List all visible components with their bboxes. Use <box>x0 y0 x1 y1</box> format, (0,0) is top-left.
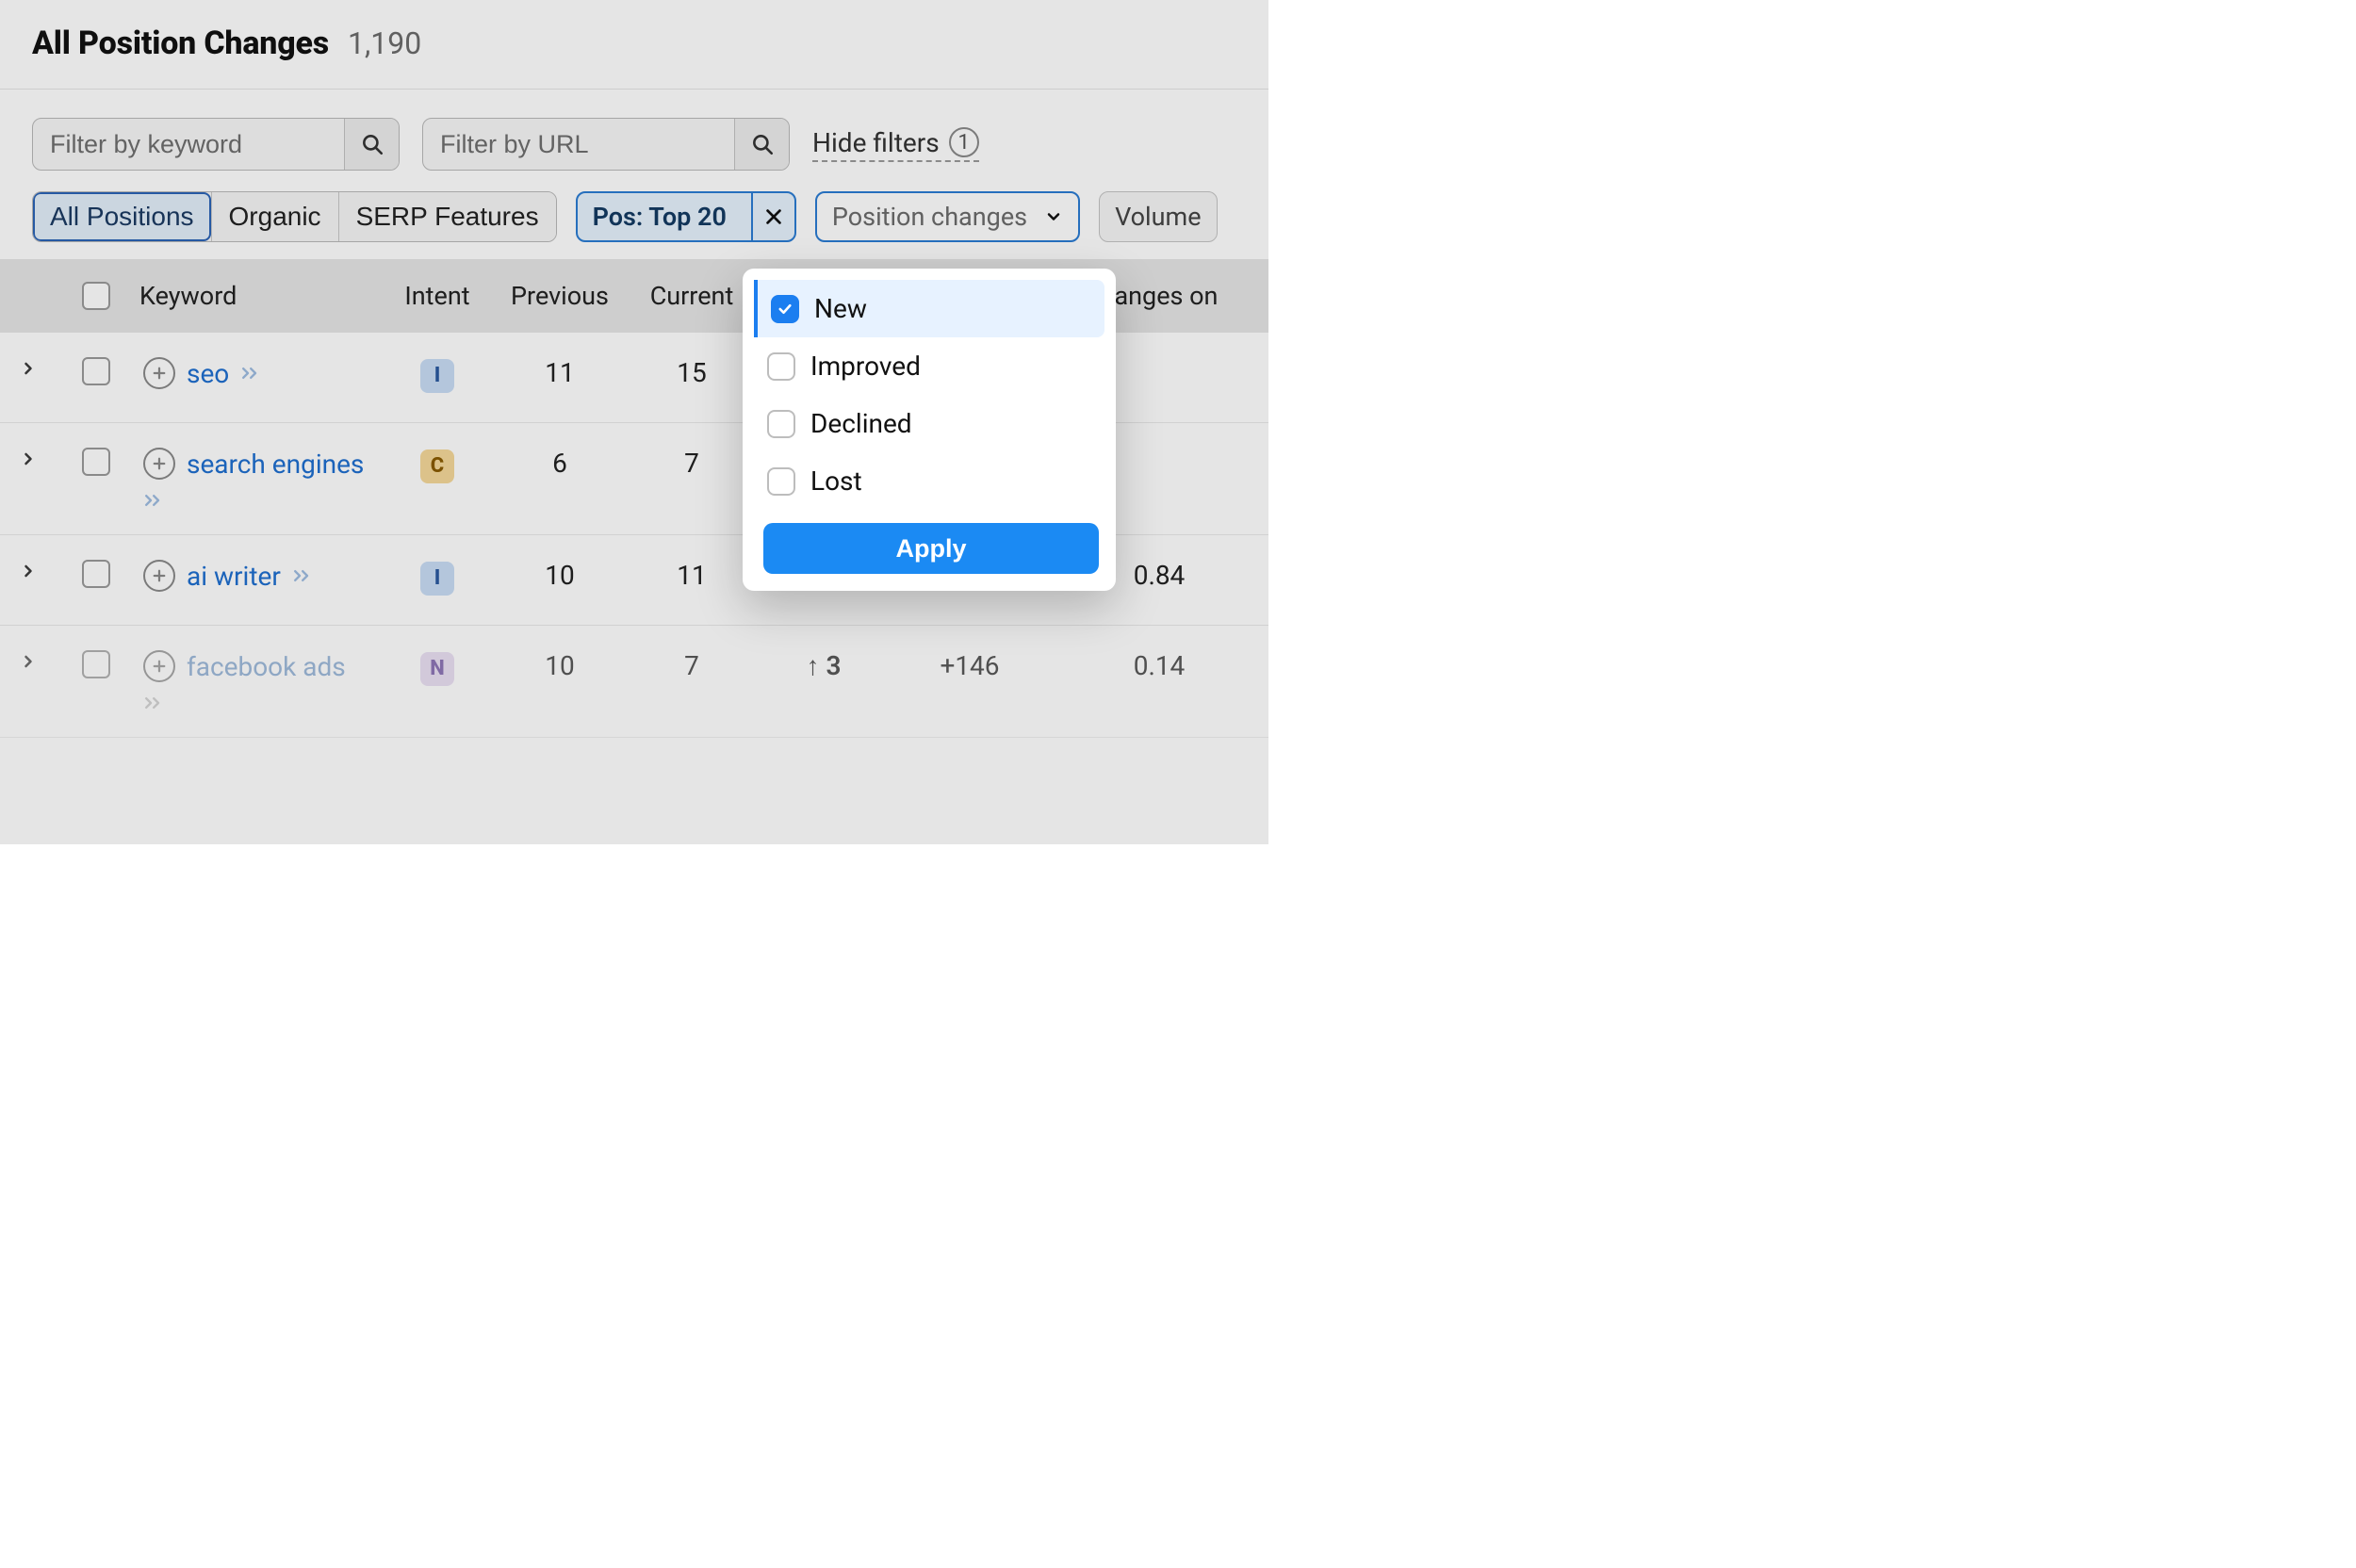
col-intent[interactable]: Intent <box>381 281 494 311</box>
row-checkbox[interactable] <box>82 448 110 476</box>
col-previous[interactable]: Previous <box>494 281 626 311</box>
segment-organic[interactable]: Organic <box>211 192 338 241</box>
current-position: 11 <box>626 560 758 591</box>
dropdown-option-label: Lost <box>810 466 862 497</box>
intent-badge: C <box>420 449 454 483</box>
app-root: All Position Changes 1,190 Hide filters … <box>0 0 1268 844</box>
position-changes-dropdown-label: Position changes <box>832 202 1027 232</box>
filter-url-input-wrap <box>422 118 790 171</box>
current-position: 7 <box>626 448 758 479</box>
dropdown-option-declined[interactable]: Declined <box>758 395 1104 452</box>
col-keyword[interactable]: Keyword <box>136 281 381 311</box>
active-filters-count: 1 <box>949 127 979 157</box>
segment-serp-features[interactable]: SERP Features <box>338 192 556 241</box>
previous-position: 6 <box>494 448 626 479</box>
volume-filter-pill[interactable]: Volume <box>1099 191 1217 242</box>
intent-badge: I <box>420 562 454 596</box>
search-icon <box>750 132 775 156</box>
position-diff: ↑ 3 <box>758 650 890 681</box>
results-count: 1,190 <box>348 25 421 61</box>
hide-filters-label: Hide filters <box>812 127 940 158</box>
dropdown-option-label: Declined <box>810 408 912 439</box>
dropdown-option-label: Improved <box>810 351 921 382</box>
chevron-right-icon <box>19 449 38 468</box>
col-current[interactable]: Current <box>626 281 758 311</box>
search-icon <box>360 132 384 156</box>
chevron-right-icon <box>19 562 38 580</box>
filter-keyword-search-button[interactable] <box>344 119 399 170</box>
plus-icon <box>151 658 168 675</box>
plus-icon <box>151 365 168 382</box>
filter-url-search-button[interactable] <box>734 119 789 170</box>
filter-toolbar-row2: All Positions Organic SERP Features Pos:… <box>0 184 1268 259</box>
filter-chip-label: Pos: Top 20 <box>578 202 742 232</box>
previous-position: 10 <box>494 560 626 591</box>
value-cell: 0.14 <box>1050 650 1268 681</box>
dropdown-option-new[interactable]: New <box>754 280 1104 337</box>
traffic-change: +146 <box>890 650 1050 681</box>
row-checkbox[interactable] <box>82 650 110 678</box>
close-icon <box>763 206 784 227</box>
expand-row-button[interactable] <box>0 560 57 580</box>
filter-chip-pos-top20[interactable]: Pos: Top 20 <box>576 191 796 242</box>
plus-icon <box>151 455 168 472</box>
keyword-link[interactable]: ai writer <box>187 561 281 592</box>
add-keyword-button[interactable] <box>143 448 175 480</box>
position-changes-dropdown-menu: New Improved Declined Lost Apply <box>743 269 1116 591</box>
hide-filters-toggle[interactable]: Hide filters 1 <box>812 127 979 162</box>
volume-filter-label: Volume <box>1115 202 1201 232</box>
select-all-cell <box>57 282 136 310</box>
double-chevron-right-icon <box>143 491 166 510</box>
expand-row-button[interactable] <box>0 650 57 671</box>
page-title: All Position Changes <box>32 24 329 62</box>
filter-keyword-input[interactable] <box>33 119 344 170</box>
checkbox-unchecked-icon <box>767 467 795 496</box>
position-type-segment: All Positions Organic SERP Features <box>32 191 557 242</box>
table-row: facebook ads N 10 7 ↑ 3 +146 0.14 <box>0 626 1268 738</box>
page-header: All Position Changes 1,190 <box>0 0 1268 90</box>
intent-badge: N <box>420 652 454 686</box>
intent-badge: I <box>420 359 454 393</box>
add-keyword-button[interactable] <box>143 560 175 592</box>
double-chevron-right-icon <box>143 694 166 712</box>
plus-icon <box>151 567 168 584</box>
chevron-down-icon <box>1044 207 1063 226</box>
chevron-right-icon <box>19 652 38 671</box>
previous-position: 11 <box>494 357 626 388</box>
position-changes-dropdown-trigger[interactable]: Position changes <box>815 191 1080 242</box>
keyword-link[interactable]: facebook ads <box>187 651 346 682</box>
apply-button[interactable]: Apply <box>763 523 1099 574</box>
current-position: 15 <box>626 357 758 388</box>
add-keyword-button[interactable] <box>143 357 175 389</box>
dropdown-option-lost[interactable]: Lost <box>758 452 1104 510</box>
dropdown-option-label: New <box>814 293 867 324</box>
checkbox-unchecked-icon <box>767 352 795 381</box>
checkbox-unchecked-icon <box>767 410 795 438</box>
expand-row-button[interactable] <box>0 448 57 468</box>
row-checkbox[interactable] <box>82 560 110 588</box>
segment-all-positions[interactable]: All Positions <box>33 192 211 241</box>
dropdown-option-improved[interactable]: Improved <box>758 337 1104 395</box>
filter-chip-remove-button[interactable] <box>751 193 794 240</box>
double-chevron-right-icon <box>240 364 263 383</box>
current-position: 7 <box>626 650 758 681</box>
chevron-right-icon <box>19 359 38 378</box>
filter-url-input[interactable] <box>423 119 734 170</box>
add-keyword-button[interactable] <box>143 650 175 682</box>
keyword-link[interactable]: search engines <box>187 449 364 480</box>
select-all-checkbox[interactable] <box>82 282 110 310</box>
checkbox-checked-icon <box>771 295 799 323</box>
filter-toolbar-row1: Hide filters 1 <box>0 90 1268 184</box>
previous-position: 10 <box>494 650 626 681</box>
row-checkbox[interactable] <box>82 357 110 385</box>
expand-row-button[interactable] <box>0 357 57 378</box>
double-chevron-right-icon <box>292 566 315 585</box>
filter-keyword-input-wrap <box>32 118 400 171</box>
keyword-link[interactable]: seo <box>187 358 229 389</box>
